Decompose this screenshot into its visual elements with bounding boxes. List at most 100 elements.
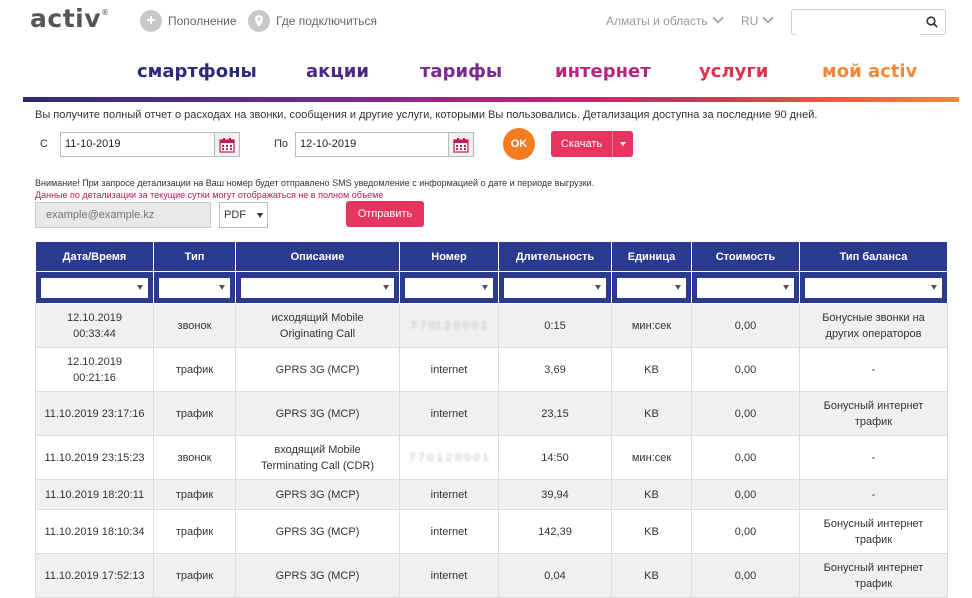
filter-cell	[611, 271, 692, 304]
filter-cell	[799, 271, 948, 304]
calendar-icon[interactable]	[214, 133, 239, 156]
table-row: 12.10.2019 00:21:16 трафик GPRS 3G (MCP) …	[35, 347, 948, 392]
cell-datetime: 12.10.2019 00:21:16	[35, 347, 154, 392]
sms-warning: Внимание! При запросе детализации на Ваш…	[35, 178, 595, 188]
filter-cell	[399, 271, 499, 304]
region-selector[interactable]: Алматы и область	[606, 12, 724, 28]
filter-select[interactable]	[405, 277, 493, 298]
format-select[interactable]: PDF	[219, 202, 268, 228]
col-cost[interactable]: Стоимость	[691, 241, 800, 272]
filter-select[interactable]	[805, 277, 942, 298]
topup-link[interactable]: + Пополнение	[140, 9, 237, 33]
region-label: Алматы и область	[606, 14, 708, 28]
filter-select[interactable]	[504, 277, 606, 298]
cell-type: трафик	[153, 479, 236, 510]
details-table: Дата/Время Тип Описание Номер Длительнос…	[35, 241, 948, 598]
cell-description: GPRS 3G (MCP)	[235, 391, 400, 436]
cell-duration: 14:50	[498, 435, 612, 480]
table-header-row: Дата/Время Тип Описание Номер Длительнос…	[35, 241, 948, 272]
to-date-field[interactable]: 12-10-2019	[295, 132, 474, 157]
calendar-icon[interactable]	[448, 133, 473, 156]
filter-select[interactable]	[697, 277, 794, 298]
cell-cost: 0,00	[691, 435, 800, 480]
filter-select[interactable]	[617, 277, 686, 298]
cell-balance-type: -	[799, 479, 948, 510]
search-input[interactable]	[796, 11, 920, 35]
download-dropdown-toggle[interactable]	[612, 131, 633, 157]
cell-unit: KB	[611, 479, 692, 510]
search-icon[interactable]	[926, 15, 938, 33]
col-balance-type[interactable]: Тип баланса	[799, 241, 948, 272]
cell-cost: 0,00	[691, 391, 800, 436]
cell-description: GPRS 3G (MCP)	[235, 347, 400, 392]
cell-type: трафик	[153, 391, 236, 436]
col-type[interactable]: Тип	[153, 241, 236, 272]
ok-button[interactable]: OK	[503, 128, 535, 160]
cell-balance-line: Бонусный интернет	[823, 517, 924, 530]
cell-balance-line: трафик	[854, 577, 893, 590]
from-label: С	[40, 138, 48, 150]
caret-down-icon	[783, 285, 789, 290]
filter-cell	[235, 271, 400, 304]
nav-promotions[interactable]: акции	[306, 61, 369, 82]
nav-my-activ[interactable]: мой activ	[822, 61, 917, 82]
caret-down-icon	[383, 285, 389, 290]
from-date-field[interactable]: 11-10-2019	[60, 132, 240, 157]
filter-select[interactable]	[41, 277, 148, 298]
nav-internet[interactable]: интернет	[555, 61, 651, 82]
format-value: PDF	[224, 209, 246, 221]
cell-balance-line: других операторов	[825, 327, 922, 340]
table-row: 11.10.2019 18:10:34 трафик GPRS 3G (MCP)…	[35, 509, 948, 554]
cell-unit: мин:сек	[611, 435, 692, 480]
table-row: 12.10.2019 00:33:44 звонок исходящий Mobi…	[35, 303, 948, 348]
cell-cost: 0,00	[691, 479, 800, 510]
cell-number: 7 7 01 2 0 0 0 1	[399, 303, 499, 348]
cell-number: internet	[399, 509, 499, 554]
cell-date: 12.10.2019	[66, 311, 123, 324]
col-description[interactable]: Описание	[235, 241, 400, 272]
cell-cost: 0,00	[691, 303, 800, 348]
filter-select[interactable]	[241, 277, 394, 298]
cell-duration: 23,15	[498, 391, 612, 436]
cell-description: исходящий Mobile Originating Call	[235, 303, 400, 348]
cell-unit: KB	[611, 391, 692, 436]
nav-smartphones[interactable]: смартфоны	[137, 61, 257, 82]
filter-select[interactable]	[159, 277, 230, 298]
cell-description: GPRS 3G (MCP)	[235, 553, 400, 598]
cell-balance-type: Бонусный интернет трафик	[799, 391, 948, 436]
col-duration[interactable]: Длительность	[498, 241, 612, 272]
col-datetime[interactable]: Дата/Время	[35, 241, 154, 272]
send-button[interactable]: Отправить	[346, 201, 424, 227]
cell-unit: KB	[611, 509, 692, 554]
download-button[interactable]: Скачать	[551, 131, 633, 157]
nav-services[interactable]: услуги	[699, 61, 768, 82]
table-row: 11.10.2019 18:20:11 трафик GPRS 3G (MCP)…	[35, 479, 948, 510]
partial-data-warning: Данные по детализации за текущие сутки м…	[35, 190, 384, 200]
caret-down-icon	[595, 285, 601, 290]
cell-unit: мин:сек	[611, 303, 692, 348]
cell-time: 00:21:16	[73, 371, 116, 384]
cell-balance-type: -	[799, 347, 948, 392]
language-selector[interactable]: RU	[741, 12, 775, 28]
filter-cell	[498, 271, 612, 304]
table-row: 11.10.2019 23:15:23 звонок входящий Mobi…	[35, 435, 948, 480]
where-to-connect-link[interactable]: Где подключиться	[248, 9, 377, 33]
nav-tariffs[interactable]: тарифы	[420, 61, 502, 82]
cell-description: GPRS 3G (MCP)	[235, 509, 400, 554]
cell-duration: 142,39	[498, 509, 612, 554]
col-unit[interactable]: Единица	[611, 241, 692, 272]
cell-type: трафик	[153, 553, 236, 598]
table-row: 11.10.2019 17:52:13 трафик GPRS 3G (MCP)…	[35, 553, 948, 598]
email-field[interactable]	[35, 202, 211, 228]
cell-duration: 3,69	[498, 347, 612, 392]
col-number[interactable]: Номер	[399, 241, 499, 272]
cell-balance-type: Бонусный интернет трафик	[799, 509, 948, 554]
activ-logo[interactable]: activ®	[30, 4, 110, 33]
cell-number: 7 7 0 1 2 0 0 0 1	[399, 435, 499, 480]
cell-cost: 0,00	[691, 347, 800, 392]
cell-balance-line: Бонусные звонки на	[822, 311, 925, 324]
cell-balance-line: трафик	[854, 415, 893, 428]
caret-down-icon	[675, 285, 681, 290]
download-label: Скачать	[560, 138, 603, 150]
cell-type: звонок	[153, 303, 236, 348]
